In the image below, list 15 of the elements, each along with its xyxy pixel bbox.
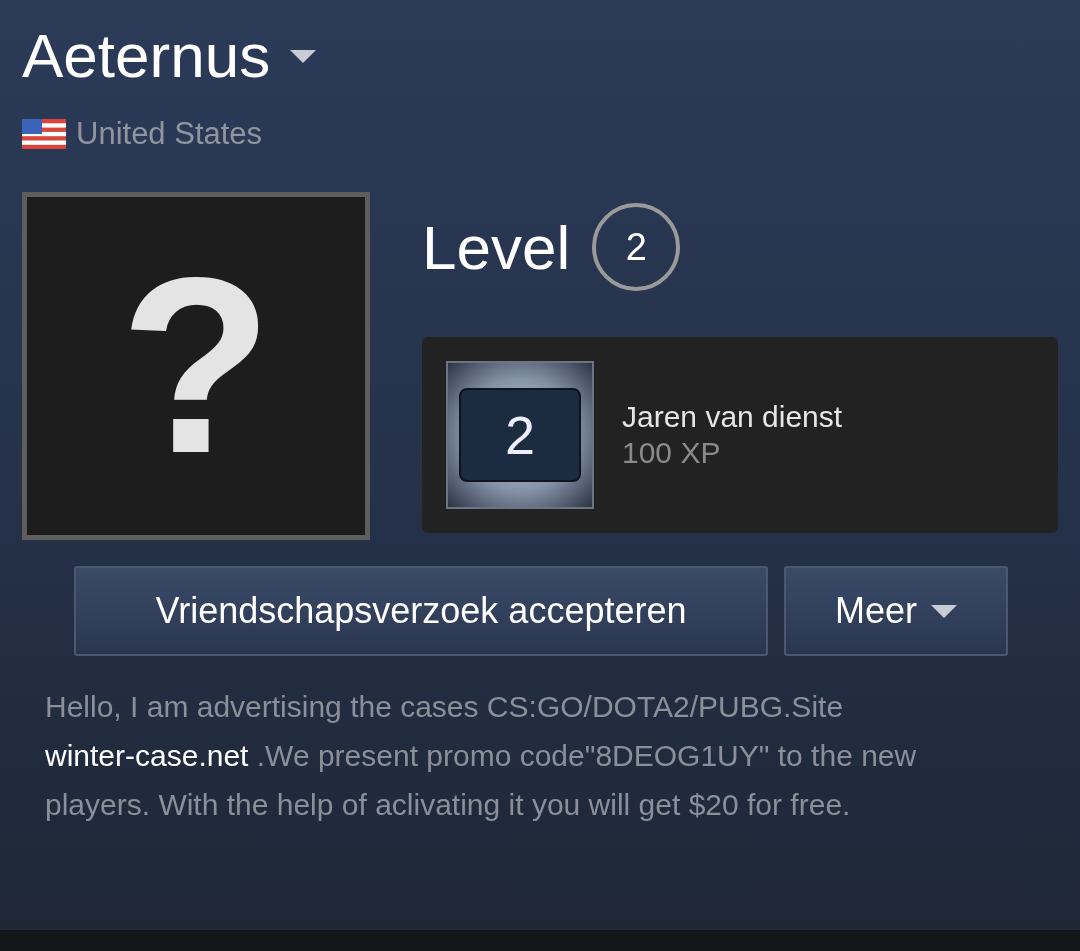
profile-name: Aeternus	[22, 20, 271, 92]
caret-icon	[290, 49, 317, 63]
level-circle: 2	[592, 203, 681, 291]
badge-icon: 2	[446, 361, 594, 509]
avatar: ?	[22, 192, 370, 540]
profile-summary: Hello, I am advertising the cases CS:GO/DOTA2/PUBG.Site winter-case.net .We present promo code"8DEOG1UY" to the new players. With the help of aclivating it you will get $20 for free.	[45, 689, 918, 823]
badge-title: Jaren van dienst	[622, 400, 843, 434]
flag-icon	[22, 119, 66, 149]
level-label: Level	[422, 211, 571, 283]
country-label: United States	[76, 116, 263, 152]
accept-friend-button[interactable]: Vriendschapsverzoek accepteren	[74, 566, 768, 656]
more-button[interactable]: Meer	[784, 566, 1008, 656]
site-link[interactable]: winter-case.net	[45, 739, 249, 772]
caret-icon	[931, 604, 957, 618]
badge-xp: 100 XP	[622, 436, 722, 470]
